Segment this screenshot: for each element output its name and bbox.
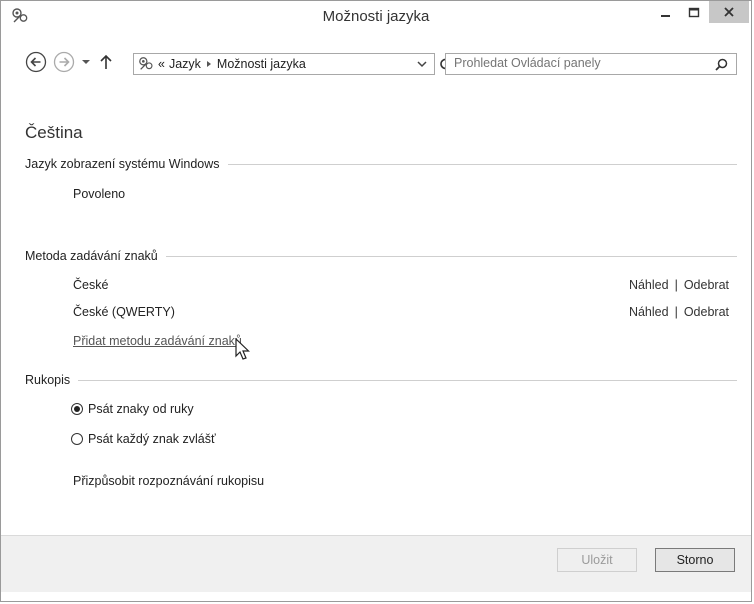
forward-arrow-icon [53, 51, 75, 73]
search-box[interactable] [445, 53, 737, 75]
chevron-down-icon [82, 60, 90, 64]
search-input[interactable] [454, 56, 694, 70]
control-panel-icon [139, 57, 153, 70]
language-title: Čeština [25, 123, 83, 142]
cancel-button[interactable]: Storno [655, 548, 735, 572]
radio-button[interactable] [71, 433, 83, 445]
breadcrumb-item-moznosti-jazyka[interactable]: Možnosti jazyka [217, 57, 306, 71]
radio-single-char-option[interactable]: Psát každý znak zvlášť [71, 432, 216, 446]
forward-button[interactable] [53, 51, 75, 73]
footer-bar: Uložit Storno [1, 535, 751, 592]
radio-button-selected[interactable] [71, 403, 83, 415]
close-button[interactable] [709, 1, 749, 23]
input-method-name: České (QWERTY) [73, 305, 175, 319]
input-method-section: Metoda zadávání znaků [25, 249, 737, 263]
section-heading: Metoda zadávání znaků [25, 249, 158, 263]
breadcrumb-overflow[interactable]: « [158, 57, 165, 71]
back-button[interactable] [25, 51, 47, 73]
window-title: Možnosti jazyka [322, 8, 430, 25]
remove-link[interactable]: Odebrat [684, 278, 729, 292]
breadcrumb-item-jazyk[interactable]: Jazyk [169, 57, 201, 71]
display-language-status: Povoleno [73, 187, 126, 201]
navigation-bar: « Jazyk Možnosti jazyka [1, 47, 751, 81]
maximize-button[interactable] [681, 1, 707, 25]
search-icon[interactable] [715, 58, 728, 71]
maximize-icon [688, 7, 700, 18]
remove-link[interactable]: Odebrat [684, 305, 729, 319]
action-separator: | [674, 278, 678, 292]
input-method-actions: Náhled | Odebrat [629, 278, 729, 292]
title-bar: Možnosti jazyka [1, 1, 751, 33]
input-method-name: České [73, 278, 109, 292]
section-divider [165, 256, 737, 257]
add-input-method-link[interactable]: Přidat metodu zadávání znaků [73, 334, 242, 348]
up-arrow-icon [100, 54, 112, 69]
preview-link[interactable]: Náhled [629, 305, 669, 319]
input-method-actions: Náhled | Odebrat [629, 305, 729, 319]
recent-pages-button[interactable] [81, 58, 91, 66]
display-language-section: Jazyk zobrazení systému Windows [25, 157, 737, 171]
address-bar[interactable]: « Jazyk Možnosti jazyka [133, 53, 435, 75]
radio-label[interactable]: Psát každý znak zvlášť [88, 432, 216, 446]
section-heading: Rukopis [25, 373, 71, 387]
preview-link[interactable]: Náhled [629, 278, 669, 292]
close-icon [724, 7, 734, 17]
personalize-handwriting-link[interactable]: Přizpůsobit rozpoznávání rukopisu [73, 474, 264, 488]
radio-freehand-option[interactable]: Psát znaky od ruky [71, 402, 194, 416]
language-options-window: Možnosti jazyka « Jazyk Možnosti jazyka … [0, 0, 752, 602]
minimize-icon [661, 15, 670, 17]
mouse-cursor-icon [235, 338, 250, 360]
address-dropdown-icon[interactable] [416, 58, 428, 70]
handwriting-section: Rukopis [25, 373, 737, 387]
breadcrumb-separator-icon[interactable] [205, 60, 213, 68]
radio-label[interactable]: Psát znaky od ruky [88, 402, 194, 416]
action-separator: | [674, 305, 678, 319]
up-button[interactable] [99, 54, 113, 70]
section-heading: Jazyk zobrazení systému Windows [25, 157, 220, 171]
back-arrow-icon [25, 51, 47, 73]
save-button[interactable]: Uložit [557, 548, 637, 572]
section-divider [227, 164, 737, 165]
section-divider [78, 380, 737, 381]
minimize-button[interactable] [653, 1, 679, 25]
